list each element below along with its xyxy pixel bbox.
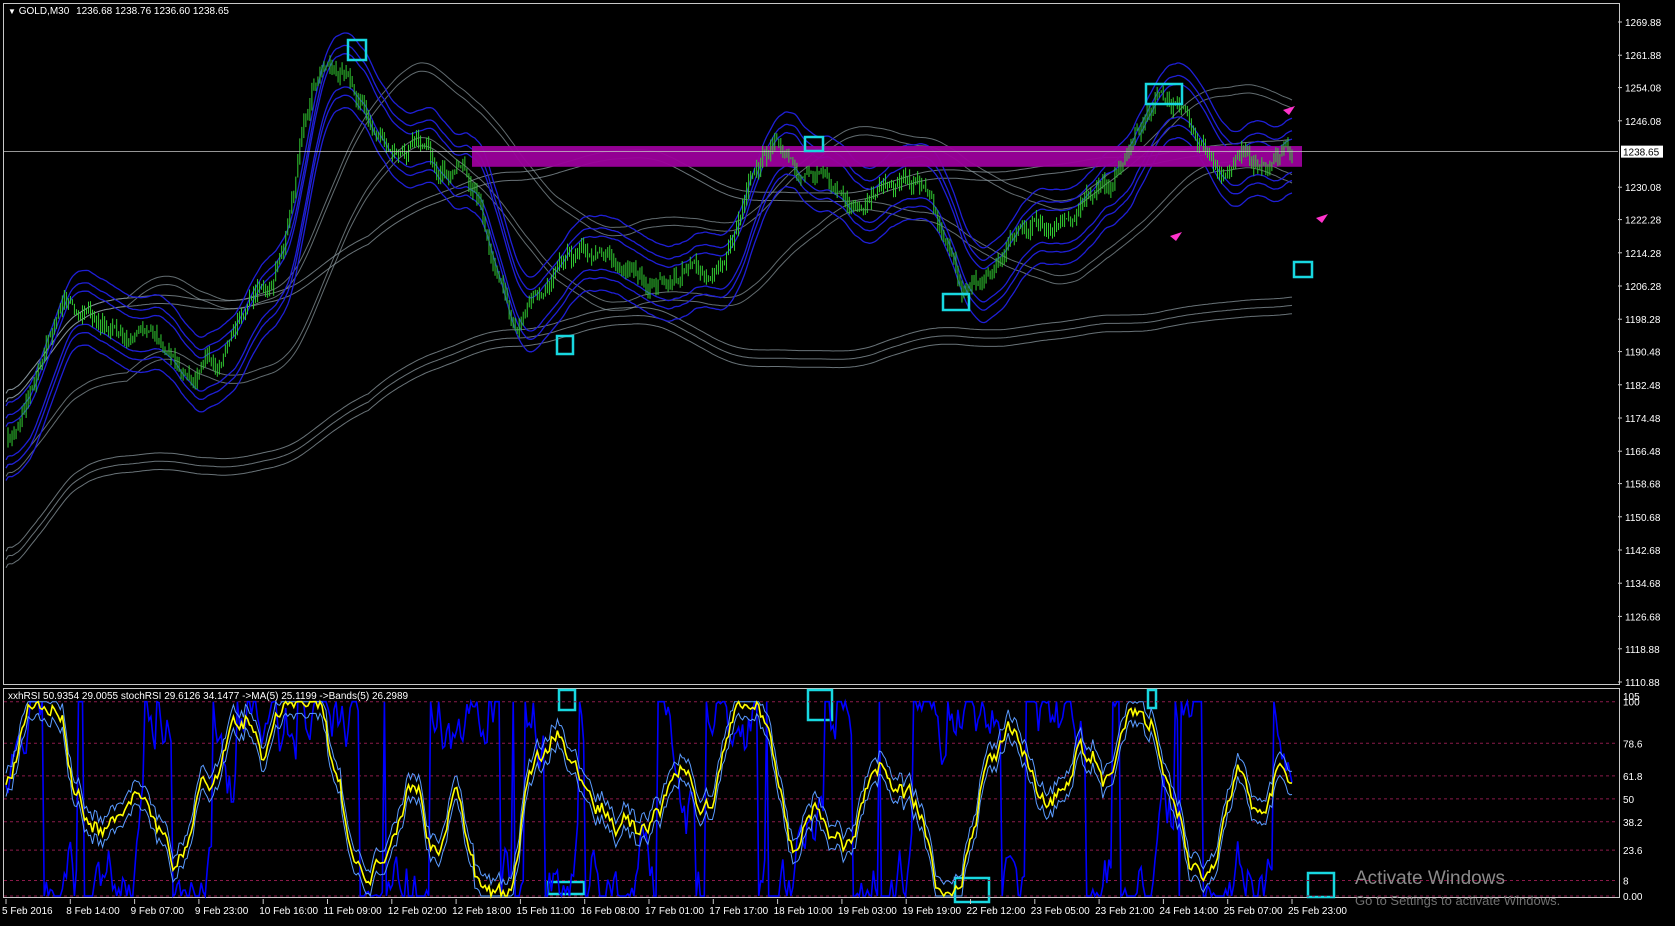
- slow-band-line: [5, 313, 1293, 569]
- price-label: 1118.88: [1625, 645, 1660, 656]
- signal-arrow-icon: [1170, 232, 1182, 241]
- indicator-legend: xxhRSI 50.9354 29.0055 stochRSI 29.6126 …: [8, 691, 409, 702]
- time-label: 16 Feb 08:00: [581, 906, 640, 917]
- trading-terminal: 1269.88 1261.88 1254.08 1246.08 1238.65 1230.…: [0, 0, 1675, 926]
- level-label: 0.00: [1623, 892, 1643, 903]
- signal-box: [953, 876, 991, 904]
- time-label: 25 Feb 23:00: [1288, 906, 1347, 917]
- symbol-info: ▼ GOLD,M30 1236.68 1238.76 1236.60 1238.…: [8, 6, 229, 17]
- mid-band-line: [5, 145, 1293, 477]
- time-label: 19 Feb 03:00: [838, 906, 897, 917]
- signal-box: [557, 688, 577, 712]
- time-label: 12 Feb 02:00: [388, 906, 447, 917]
- price-label: 1254.08: [1625, 84, 1662, 95]
- time-label: 8 Feb 14:00: [66, 906, 120, 917]
- level-label: 38.2: [1623, 818, 1643, 829]
- signal-box: [806, 688, 834, 722]
- price-label: 1198.28: [1625, 315, 1661, 326]
- time-label: 17 Feb 01:00: [645, 906, 704, 917]
- time-label: 23 Feb 21:00: [1095, 906, 1154, 917]
- price-label: 1110.88: [1625, 678, 1660, 689]
- time-label: 18 Feb 10:00: [774, 906, 833, 917]
- time-label: 11 Feb 09:00: [324, 906, 383, 917]
- level-label: 78.6: [1623, 739, 1643, 750]
- signal-box: [1292, 260, 1314, 279]
- signal-box: [1144, 82, 1184, 106]
- price-label: 1150.68: [1625, 513, 1661, 524]
- time-label: 9 Feb 23:00: [195, 906, 249, 917]
- chart-canvas: 1269.88 1261.88 1254.08 1246.08 1238.65 1230.…: [2, 18, 1663, 917]
- price-label: 1222.28: [1625, 216, 1662, 227]
- time-label: 24 Feb 14:00: [1159, 906, 1218, 917]
- price-label: 1206.28: [1625, 282, 1662, 293]
- slow-band-line: [5, 296, 1293, 552]
- time-label: 10 Feb 16:00: [259, 906, 318, 917]
- price-label: 1166.48: [1625, 447, 1661, 458]
- signal-arrow-icon: [1316, 214, 1328, 223]
- level-label: 50: [1623, 795, 1635, 806]
- slow-band-line: [5, 138, 1293, 394]
- price-label: 1182.48: [1625, 381, 1661, 392]
- fast-band-line: [5, 86, 1293, 461]
- price-label: 1158.68: [1625, 480, 1661, 491]
- level-label: 8: [1623, 876, 1629, 887]
- level-top-label: 105: [1623, 692, 1640, 703]
- time-label: 25 Feb 07:00: [1224, 906, 1283, 917]
- activate-windows-title: Activate Windows: [1355, 868, 1505, 889]
- symbol-title: GOLD,M30: [18, 6, 70, 17]
- activate-windows-subtitle: Go to Settings to activate Windows.: [1355, 893, 1561, 908]
- slow-band-line: [5, 304, 1293, 560]
- price-label: 1269.88: [1625, 18, 1662, 29]
- price-label: 1134.68: [1625, 579, 1661, 590]
- time-label: 19 Feb 19:00: [902, 906, 961, 917]
- price-label: 1174.48: [1625, 414, 1661, 425]
- time-label: 23 Feb 05:00: [1031, 906, 1090, 917]
- price-label: 1230.08: [1625, 183, 1662, 194]
- signal-box: [941, 292, 971, 312]
- price-label: 1246.08: [1625, 117, 1662, 128]
- fast-band-line: [5, 44, 1293, 419]
- price-label: 1261.88: [1625, 51, 1662, 62]
- time-label: 22 Feb 12:00: [967, 906, 1026, 917]
- price-label: 1214.28: [1625, 249, 1662, 260]
- level-label: 23.6: [1623, 846, 1643, 857]
- time-label: 5 Feb 2016: [2, 906, 53, 917]
- signal-box: [1306, 871, 1336, 899]
- time-label: 9 Feb 07:00: [131, 906, 185, 917]
- signal-box: [1146, 688, 1158, 710]
- collapse-icon[interactable]: ▼: [8, 7, 16, 16]
- current-price-label: 1238.65: [1623, 148, 1660, 159]
- level-label: 61.8: [1623, 772, 1643, 783]
- price-label: 1142.68: [1625, 546, 1661, 557]
- time-label: 12 Feb 18:00: [452, 906, 511, 917]
- time-label: 17 Feb 17:00: [709, 906, 768, 917]
- price-label: 1190.48: [1625, 348, 1661, 359]
- ohlc-values: 1236.68 1238.76 1236.60 1238.65: [76, 6, 229, 17]
- time-label: 15 Feb 11:00: [516, 906, 575, 917]
- resistance-zone: [472, 146, 1302, 167]
- price-label: 1126.68: [1625, 612, 1661, 623]
